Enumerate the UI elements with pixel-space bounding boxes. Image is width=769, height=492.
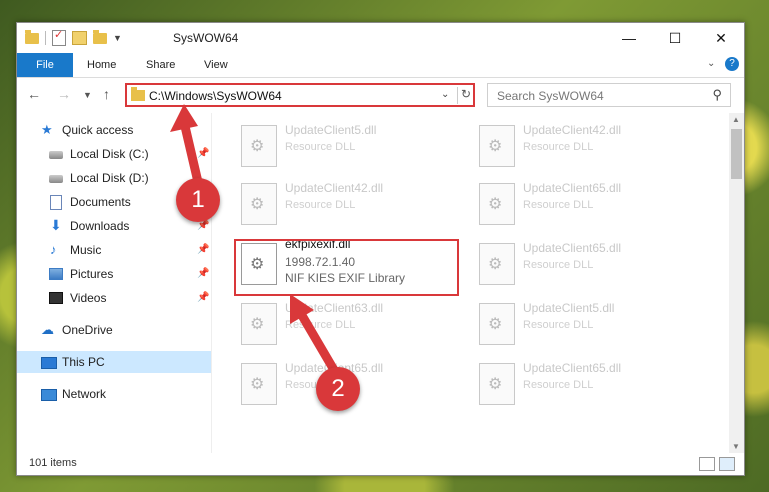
arrow-1-head: [170, 104, 198, 132]
annotation-arrows: [170, 104, 338, 373]
arrow-1-shaft: [179, 120, 203, 184]
callout-2: 2: [316, 367, 360, 411]
callout-1: 1: [176, 178, 220, 222]
arrow-2-shaft: [296, 309, 338, 373]
